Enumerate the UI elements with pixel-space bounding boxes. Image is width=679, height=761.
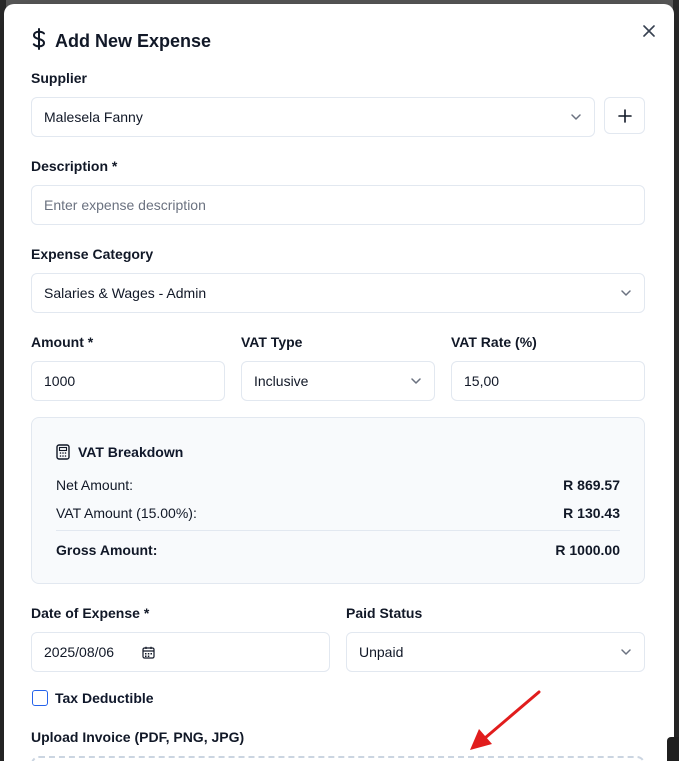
description-label: Description * bbox=[31, 158, 118, 174]
category-label: Expense Category bbox=[31, 246, 154, 262]
net-amount-row: Net Amount: R 869.57 bbox=[56, 477, 620, 493]
upload-label: Upload Invoice (PDF, PNG, JPG) bbox=[31, 729, 245, 745]
amount-input[interactable]: 1000 bbox=[31, 361, 225, 401]
paid-status-value: Unpaid bbox=[359, 644, 404, 660]
vat-amount-row: VAT Amount (15.00%): R 130.43 bbox=[56, 505, 620, 521]
calculator-icon bbox=[56, 444, 70, 460]
close-icon bbox=[643, 25, 655, 37]
vat-breakdown-header: VAT Breakdown bbox=[56, 444, 183, 460]
date-input[interactable]: 2025/08/06 bbox=[31, 632, 330, 672]
vat-rate-input[interactable]: 15,00 bbox=[451, 361, 645, 401]
modal-title: Add New Expense bbox=[55, 30, 212, 51]
vat-type-label: VAT Type bbox=[241, 334, 303, 350]
chevron-down-icon bbox=[621, 290, 631, 296]
add-supplier-button[interactable] bbox=[604, 97, 645, 134]
vat-amount-label: VAT Amount (15.00%): bbox=[56, 505, 197, 521]
amount-label: Amount * bbox=[31, 334, 94, 350]
vat-divider bbox=[56, 530, 620, 531]
paid-status-select[interactable]: Unpaid bbox=[346, 632, 645, 672]
dollar-icon bbox=[31, 28, 47, 54]
supplier-label: Supplier bbox=[31, 70, 88, 86]
close-button[interactable] bbox=[637, 19, 661, 43]
vat-type-select[interactable]: Inclusive bbox=[241, 361, 435, 401]
add-expense-modal: Add New Expense Supplier Malesela Fanny … bbox=[4, 4, 674, 761]
upload-dropzone[interactable] bbox=[31, 756, 645, 761]
modal-header: Add New Expense bbox=[31, 28, 211, 54]
chevron-down-icon bbox=[621, 649, 631, 655]
description-placeholder: Enter expense description bbox=[44, 197, 206, 213]
gross-amount-value: R 1000.00 bbox=[555, 542, 620, 558]
chevron-down-icon bbox=[411, 378, 421, 384]
amount-value: 1000 bbox=[44, 373, 76, 389]
plus-icon bbox=[617, 108, 632, 123]
vat-breakdown-title: VAT Breakdown bbox=[78, 444, 184, 460]
gross-amount-row: Gross Amount: R 1000.00 bbox=[56, 542, 620, 558]
vat-type-value: Inclusive bbox=[254, 373, 309, 389]
vat-rate-value: 15,00 bbox=[464, 373, 500, 389]
calendar-icon[interactable] bbox=[142, 646, 155, 659]
net-amount-value: R 869.57 bbox=[563, 477, 620, 493]
vat-amount-value: R 130.43 bbox=[563, 505, 620, 521]
gross-amount-label: Gross Amount: bbox=[56, 542, 158, 558]
paid-status-label: Paid Status bbox=[346, 605, 423, 621]
supplier-value: Malesela Fanny bbox=[44, 109, 143, 125]
description-input[interactable]: Enter expense description bbox=[31, 185, 645, 225]
date-label: Date of Expense * bbox=[31, 605, 150, 621]
tax-deductible-checkbox[interactable] bbox=[32, 690, 48, 706]
category-select[interactable]: Salaries & Wages - Admin bbox=[31, 273, 645, 313]
vat-breakdown-panel: VAT Breakdown Net Amount: R 869.57 VAT A… bbox=[31, 417, 645, 584]
scrollbar-thumb[interactable] bbox=[667, 737, 679, 761]
category-value: Salaries & Wages - Admin bbox=[44, 285, 207, 301]
net-amount-label: Net Amount: bbox=[56, 477, 134, 493]
chevron-down-icon bbox=[571, 114, 581, 120]
date-value: 2025/08/06 bbox=[44, 644, 115, 660]
tax-deductible-label: Tax Deductible bbox=[55, 690, 154, 706]
supplier-select[interactable]: Malesela Fanny bbox=[31, 97, 595, 137]
vat-rate-label: VAT Rate (%) bbox=[451, 334, 537, 350]
